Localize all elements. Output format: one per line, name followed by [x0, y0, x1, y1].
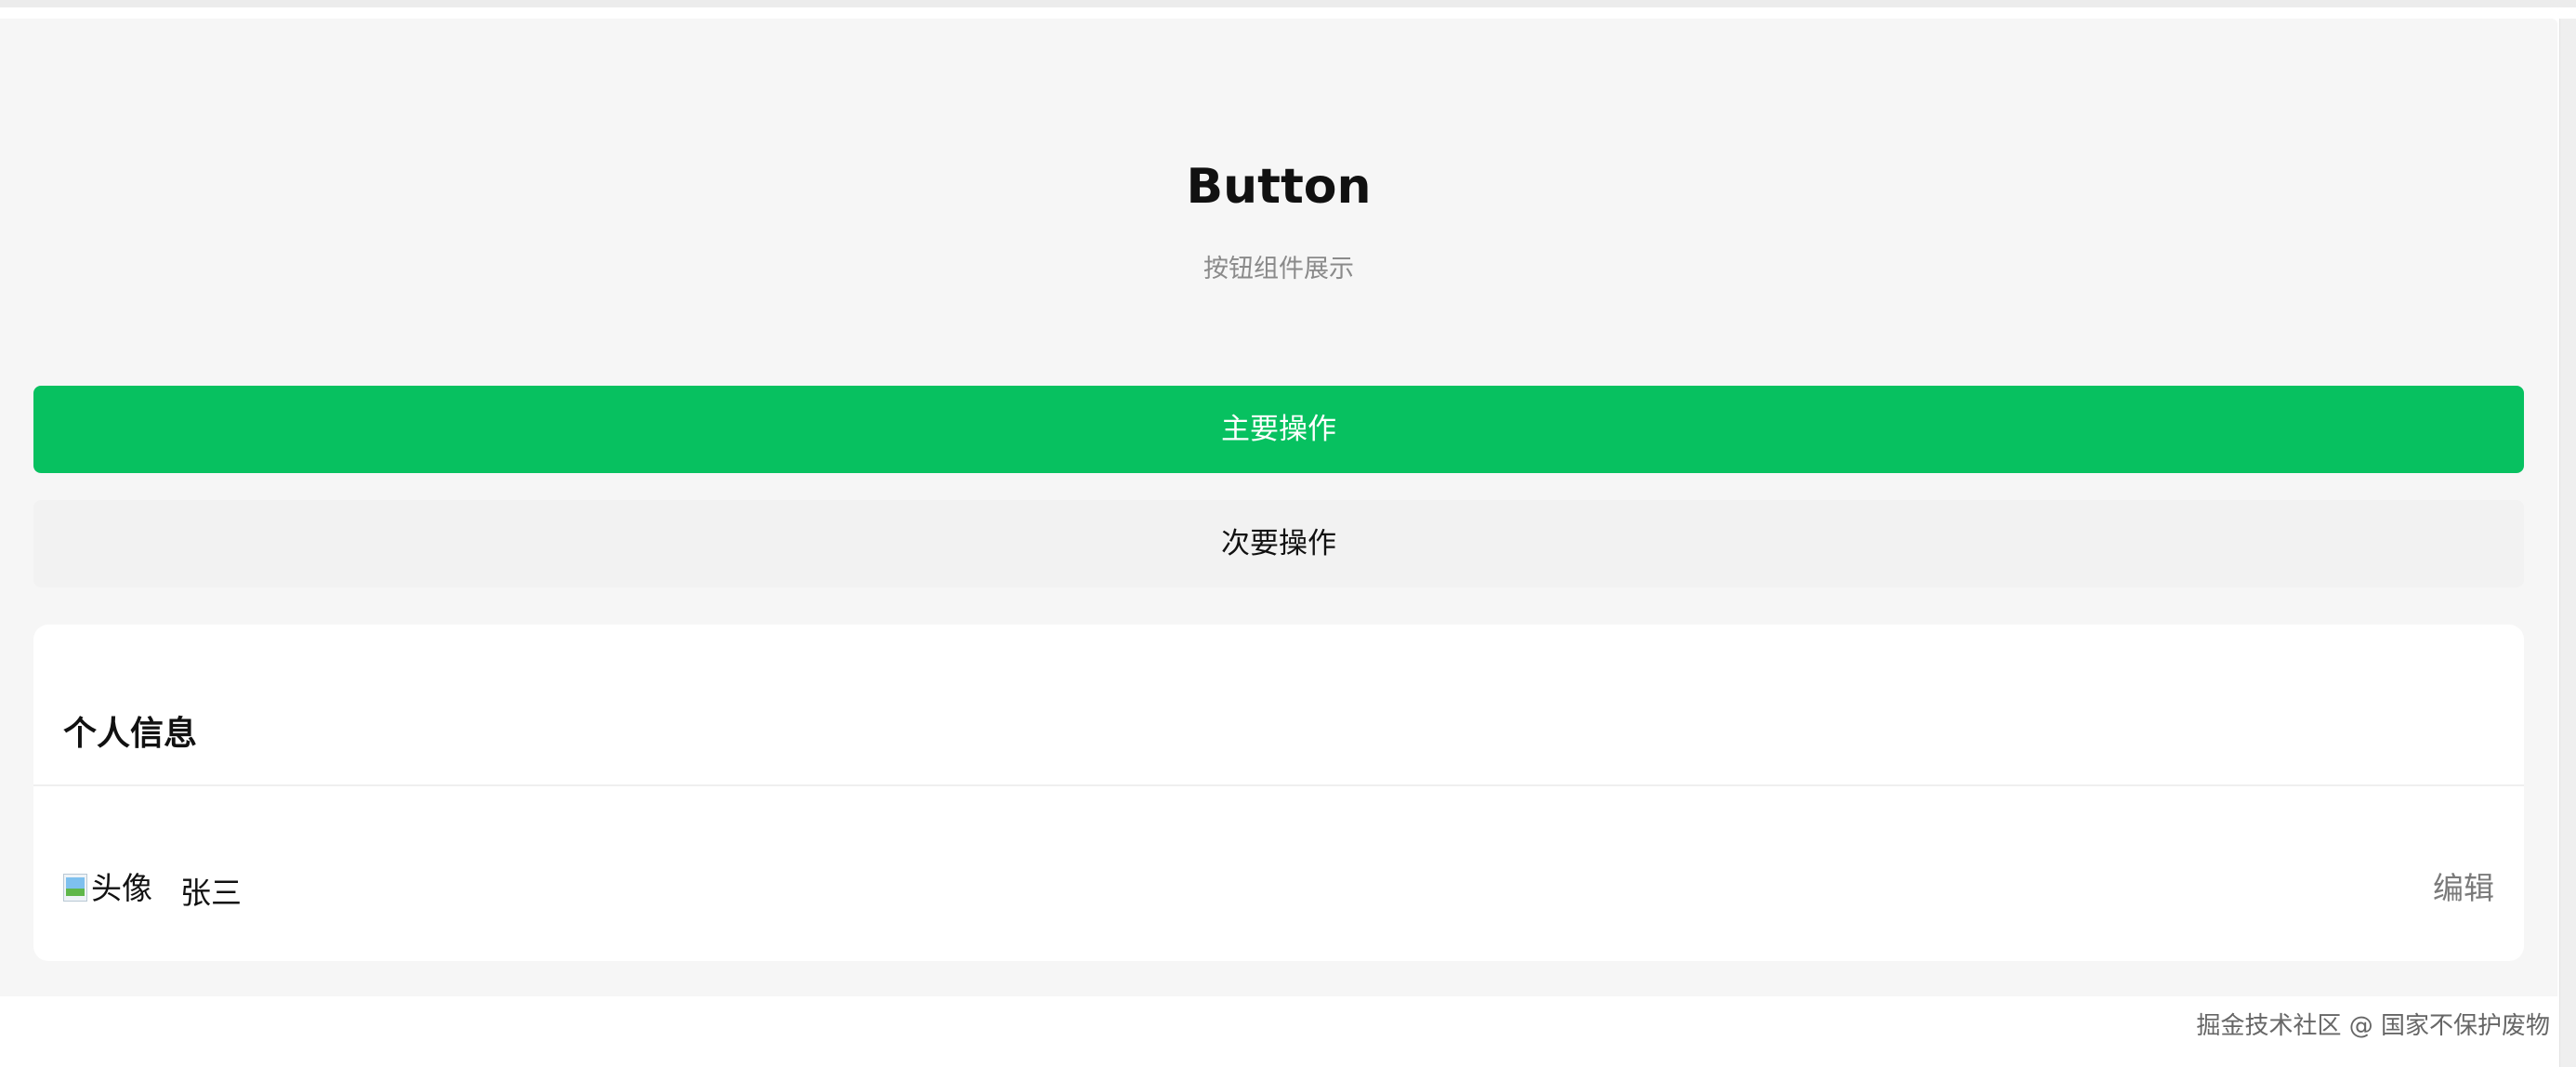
secondary-action-button[interactable]: 次要操作 [33, 500, 2524, 587]
profile-card-title: 个人信息 [63, 715, 198, 753]
card-divider [33, 784, 2524, 786]
avatar-alt-text: 头像 [91, 870, 152, 906]
broken-image-icon [63, 874, 89, 903]
scrollbar[interactable] [2559, 19, 2576, 1067]
edit-link[interactable]: 编辑 [2433, 868, 2494, 909]
primary-action-button[interactable]: 主要操作 [33, 386, 2524, 473]
profile-card: 个人信息 头像 张三 编辑 [33, 625, 2524, 961]
page-title: Button [1186, 159, 1372, 215]
page-container: Button 按钮组件展示 主要操作 次要操作 个人信息 头像 张三 编辑 [0, 19, 2557, 996]
user-name: 张三 [180, 875, 242, 911]
window-top-bar [0, 0, 2576, 7]
page-subtitle: 按钮组件展示 [1203, 255, 1354, 283]
avatar: 头像 [63, 868, 152, 909]
watermark: 掘金技术社区 @ 国家不保护废物 [2196, 1012, 2550, 1040]
